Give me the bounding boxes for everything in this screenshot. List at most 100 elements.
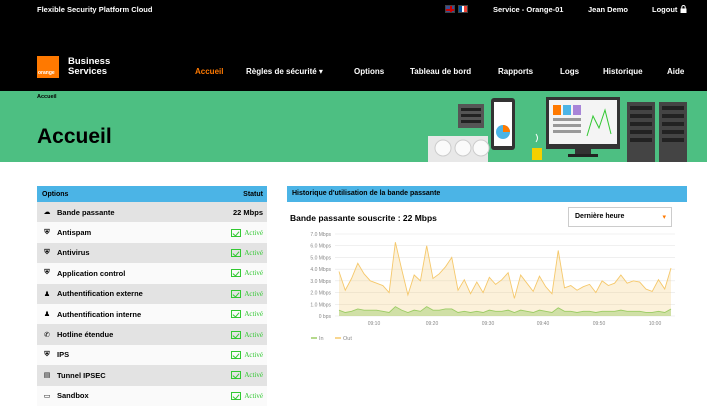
nav-options[interactable]: Options (354, 67, 384, 76)
period-value: Dernière heure (575, 213, 625, 220)
uk-flag-icon[interactable] (445, 5, 455, 13)
language-switcher (445, 5, 468, 13)
x-tick-label: 09:40 (537, 321, 550, 327)
option-row-bande-passante[interactable]: ☁ Bande passante 22 Mbps (37, 202, 267, 223)
nav-rapports[interactable]: Rapports (498, 67, 533, 76)
users-icon: ♟ (43, 311, 51, 319)
option-status-label: Activé (244, 269, 263, 278)
logout-label: Logout (652, 5, 678, 14)
y-tick-label: 5.0 Mbps (310, 255, 331, 261)
check-icon (231, 248, 242, 257)
nav-regles-securite[interactable]: Règles de sécurité ▾ (246, 67, 323, 76)
service-selector[interactable]: Service - Orange-01 (493, 5, 563, 14)
nav-aide[interactable]: Aide (667, 67, 684, 76)
option-status-label: Activé (244, 248, 263, 257)
check-icon (231, 350, 242, 359)
nav-accueil[interactable]: Accueil (195, 67, 223, 76)
fr-flag-icon[interactable] (458, 5, 468, 13)
option-row-tunnel-ipsec[interactable]: ▤ Tunnel IPSEC Activé (37, 365, 267, 386)
lock-icon (680, 5, 686, 13)
option-row-ips[interactable]: ⛨ IPS Activé (37, 344, 267, 366)
logout-link[interactable]: Logout (652, 5, 687, 14)
nav-logs[interactable]: Logs (560, 67, 579, 76)
option-status-label: Activé (244, 371, 263, 380)
top-bar: Flexible Security Platform Cloud Service… (0, 0, 707, 38)
user-name[interactable]: Jean Demo (588, 5, 628, 14)
option-label: Application control (57, 268, 126, 278)
option-status-label: Activé (244, 289, 263, 298)
chevron-down-icon: ▾ (662, 214, 666, 221)
option-status-label: Activé (244, 228, 263, 237)
period-select[interactable]: Dernière heure ▾ (568, 207, 672, 227)
y-tick-label: 6.0 Mbps (310, 244, 331, 250)
check-icon (231, 330, 242, 339)
bandwidth-header: Historique d'utilisation de la bande pas… (287, 186, 687, 202)
legend-label-out: Out (343, 336, 352, 342)
option-status: Activé (231, 310, 263, 319)
orange-logo[interactable]: orange (37, 56, 59, 78)
option-status: Activé (231, 248, 263, 257)
hero-banner: Accueil Accueil (0, 91, 707, 162)
option-row-antispam[interactable]: ⛨ Antispam Activé (37, 222, 267, 243)
check-icon (231, 289, 242, 298)
option-status-label: Activé (244, 330, 263, 339)
option-label: Antispam (57, 228, 92, 238)
y-tick-label: 1.0 Mbps (310, 302, 331, 308)
option-label: Antivirus (57, 248, 90, 258)
x-tick-label: 09:30 (482, 321, 495, 327)
option-row-antivirus[interactable]: ⛨ Antivirus Activé (37, 242, 267, 264)
bandwidth-chart: 7.0 Mbps 6.0 Mbps 5.0 Mbps 4.0 Mbps 3.0 Mbps… (310, 232, 675, 342)
option-status: Activé (231, 371, 263, 380)
hero-illustration (428, 97, 687, 162)
option-row-sandbox[interactable]: ▭ Sandbox Activé (37, 385, 267, 406)
option-status: Activé (231, 269, 263, 278)
brand-line-2: Services (68, 66, 108, 77)
shield-icon: ⛨ (44, 228, 50, 236)
option-row-auth-interne[interactable]: ♟ Authentification interne Activé (37, 303, 267, 325)
y-tick-label: 3.0 Mbps (310, 279, 331, 285)
logo-text: orange (38, 70, 55, 76)
option-label: Hotline étendue (57, 330, 114, 340)
tunnel-icon: ▤ (43, 372, 51, 380)
brand-name: Business Services (68, 57, 110, 77)
option-status-label: Activé (244, 350, 263, 359)
subscribed-bandwidth: Bande passante souscrite : 22 Mbps (290, 213, 437, 223)
options-header-label: Options (42, 190, 69, 198)
nav-historique[interactable]: Historique (603, 67, 643, 76)
option-status: Activé (231, 330, 263, 339)
option-label: Bande passante (57, 207, 115, 217)
option-row-auth-externe[interactable]: ♟ Authentification externe Activé (37, 283, 267, 304)
option-status-label: Activé (244, 391, 263, 400)
x-tick-label: 09:50 (593, 321, 606, 327)
option-label: IPS (57, 350, 70, 360)
cloud-icon: ☁ (43, 209, 51, 217)
product-name: Flexible Security Platform Cloud (37, 5, 153, 14)
series-area-out (339, 242, 671, 316)
nav-tableau-de-bord[interactable]: Tableau de bord (410, 67, 471, 76)
options-header: Options Statut (37, 186, 267, 202)
option-status: Activé (231, 391, 263, 400)
option-label: Authentification externe (57, 289, 143, 299)
option-status: Activé (231, 289, 263, 298)
options-panel: Options Statut ☁ Bande passante 22 Mbps … (37, 186, 267, 406)
phone-icon: ✆ (44, 331, 50, 339)
check-icon (231, 391, 242, 400)
shield-icon: ⛨ (44, 248, 50, 256)
y-tick-label: 0 bps (319, 314, 332, 320)
option-row-application-control[interactable]: ⛨ Application control Activé (37, 263, 267, 284)
option-row-hotline[interactable]: ✆ Hotline étendue Activé (37, 324, 267, 345)
shield-icon: ⛨ (44, 269, 50, 277)
x-tick-label: 09:20 (426, 321, 439, 327)
check-icon (231, 269, 242, 278)
check-icon (231, 310, 242, 319)
option-status: 22 Mbps (232, 207, 263, 217)
users-icon: ♟ (43, 290, 51, 298)
bandwidth-panel: Historique d'utilisation de la bande pas… (287, 186, 687, 406)
legend-label-in: In (319, 336, 324, 342)
option-label: Tunnel IPSEC (57, 370, 106, 380)
x-tick-label: 10:00 (649, 321, 662, 327)
x-tick-label: 09:10 (368, 321, 381, 327)
y-tick-label: 2.0 Mbps (310, 291, 331, 297)
y-tick-label: 7.0 Mbps (310, 232, 331, 238)
breadcrumb[interactable]: Accueil (37, 94, 57, 100)
